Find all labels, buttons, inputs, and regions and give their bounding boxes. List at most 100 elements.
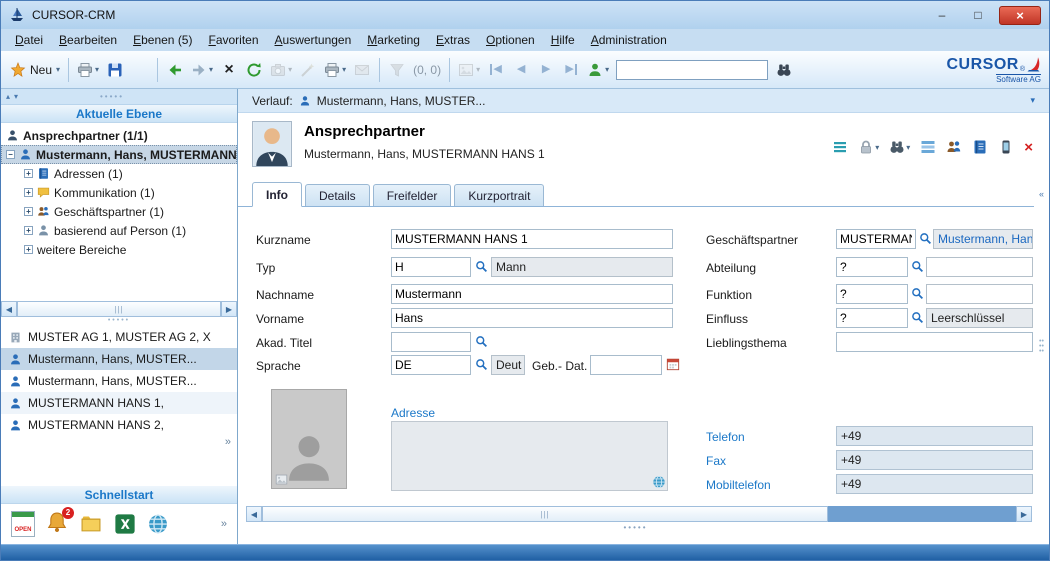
list-item[interactable]: MUSTER AG 1, MUSTER AG 2, X [1, 326, 237, 348]
open-calendar-button[interactable]: OPEN [11, 511, 35, 537]
save-button[interactable] [103, 57, 127, 83]
sprache-input[interactable] [391, 355, 471, 375]
tab-info[interactable]: Info [252, 182, 302, 207]
scroll-thumb[interactable]: ||| [17, 301, 221, 317]
menu-bearbeiten[interactable]: Bearbeiten [51, 31, 125, 49]
calendar-icon[interactable] [666, 357, 680, 371]
forward-button[interactable]: ▾ [188, 57, 216, 83]
sidebar-drag-handle[interactable]: ••••• [20, 92, 204, 101]
nachname-input[interactable] [391, 284, 673, 304]
new-dropdown-icon[interactable]: ▾ [56, 65, 60, 74]
main-splitter-handle[interactable]: ••••• [238, 523, 1033, 532]
sidebar-collapse-down-icon[interactable]: ▾ [12, 92, 20, 101]
record-search-button[interactable]: ▾ [889, 139, 910, 155]
delete-button[interactable] [128, 57, 152, 83]
geschaeftspartner-lookup-icon[interactable] [919, 232, 932, 245]
lieblingsthema-input[interactable] [836, 332, 1033, 352]
excel-button[interactable] [114, 513, 136, 535]
refresh-button[interactable] [242, 57, 266, 83]
list-item[interactable]: MUSTERMANN HANS 2, [1, 414, 237, 436]
close-button[interactable]: × [999, 6, 1041, 25]
quickstart-more-button[interactable]: » [221, 518, 227, 530]
collapse-expander-icon[interactable]: − [6, 150, 15, 159]
cancel-button[interactable]: × [217, 57, 241, 83]
abteilung-input[interactable] [836, 257, 908, 277]
forward-dropdown-icon[interactable]: ▾ [209, 65, 213, 74]
nav-last-button[interactable]: ▶ [559, 57, 583, 83]
image-dropdown-icon[interactable]: ▾ [476, 65, 480, 74]
maximize-button[interactable]: □ [963, 6, 993, 25]
dossier-button[interactable] [972, 139, 988, 155]
geschaeftspartner-input[interactable] [836, 229, 916, 249]
einfluss-input[interactable] [836, 308, 908, 328]
contacts-button[interactable] [946, 139, 962, 155]
close-record-button[interactable]: × [1024, 140, 1033, 155]
expand-icon[interactable]: + [24, 207, 33, 216]
geb-dat-input[interactable] [590, 355, 662, 375]
menu-hilfe[interactable]: Hilfe [543, 31, 583, 49]
scroll-thumb[interactable]: ||| [262, 506, 828, 522]
tree-item-weitere-bereiche[interactable]: + weitere Bereiche [19, 240, 237, 259]
funktion-lookup-icon[interactable] [911, 287, 924, 300]
print-list-button[interactable]: ▾ [321, 57, 349, 83]
print-button[interactable]: ▾ [74, 57, 102, 83]
history-entry[interactable]: Mustermann, Hans, MUSTER... [317, 94, 486, 108]
photo-stamp-icon[interactable] [275, 473, 288, 486]
lock-dropdown-icon[interactable]: ▾ [875, 143, 879, 152]
scroll-right-button[interactable]: ▶ [1016, 506, 1032, 522]
nav-next-button[interactable]: ▶ [534, 57, 558, 83]
search-input[interactable] [616, 60, 768, 80]
typ-lookup-icon[interactable] [475, 260, 488, 273]
scroll-left-button[interactable]: ◀ [246, 506, 262, 522]
tree-item-basierend-auf-person[interactable]: + basierend auf Person (1) [19, 221, 237, 240]
abteilung-lookup-icon[interactable] [911, 260, 924, 273]
expand-icon[interactable]: + [24, 169, 33, 178]
wizard-button[interactable] [296, 57, 320, 83]
menu-optionen[interactable]: Optionen [478, 31, 543, 49]
list-more-button[interactable]: » [225, 436, 231, 448]
relations-button[interactable] [920, 139, 936, 155]
person-search-dropdown-icon[interactable]: ▾ [605, 65, 609, 74]
menu-administration[interactable]: Administration [583, 31, 675, 49]
mobiltelefon-field[interactable]: +49 [836, 474, 1033, 494]
vertical-splitter-handle[interactable]: •••••• [1034, 339, 1049, 354]
akad-titel-input[interactable] [391, 332, 471, 352]
web-button[interactable] [147, 513, 169, 535]
overview-button[interactable] [832, 139, 848, 155]
menu-extras[interactable]: Extras [428, 31, 478, 49]
tree-item-geschaeftspartner[interactable]: + Geschäftspartner (1) [19, 202, 237, 221]
list-item[interactable]: MUSTERMANN HANS 1, [1, 392, 237, 414]
snapshot-dropdown-icon[interactable]: ▾ [288, 65, 292, 74]
history-dropdown-icon[interactable]: ▾ [1030, 95, 1035, 106]
menu-auswertungen[interactable]: Auswertungen [267, 31, 360, 49]
tab-details[interactable]: Details [305, 184, 370, 206]
fax-field[interactable]: +49 [836, 450, 1033, 470]
geschaeftspartner-link[interactable]: Mustermann, Han... [933, 229, 1033, 249]
minimize-button[interactable]: – [927, 6, 957, 25]
tree-item-adressen[interactable]: + Adressen (1) [19, 164, 237, 183]
typ-input[interactable] [391, 257, 471, 277]
sidebar-collapse-up-icon[interactable]: ▴ [4, 92, 12, 101]
kurzname-input[interactable] [391, 229, 673, 249]
person-search-button[interactable]: ▾ [584, 57, 612, 83]
tree-item-selected-record[interactable]: − Mustermann, Hans, MUSTERMANN [1, 145, 237, 164]
collapse-right-panel-button[interactable]: « [1034, 189, 1049, 199]
menu-favoriten[interactable]: Favoriten [200, 31, 266, 49]
back-button[interactable] [163, 57, 187, 83]
expand-icon[interactable]: + [24, 226, 33, 235]
akad-titel-lookup-icon[interactable] [475, 335, 488, 348]
find-button[interactable] [772, 57, 796, 83]
tab-kurzportrait[interactable]: Kurzportrait [454, 184, 544, 206]
sprache-lookup-icon[interactable] [475, 358, 488, 371]
list-item[interactable]: Mustermann, Hans, MUSTER... [1, 348, 237, 370]
scroll-left-button[interactable]: ◀ [1, 301, 17, 317]
scroll-track[interactable] [828, 506, 1016, 522]
snapshot-button[interactable]: ▾ [267, 57, 295, 83]
tab-freifelder[interactable]: Freifelder [373, 184, 452, 206]
tree-root-ansprechpartner[interactable]: Ansprechpartner (1/1) [1, 126, 237, 145]
image-button[interactable]: ▾ [455, 57, 483, 83]
print-list-dropdown-icon[interactable]: ▾ [342, 65, 346, 74]
notifications-button[interactable]: 2 [46, 511, 68, 538]
print-dropdown-icon[interactable]: ▾ [95, 65, 99, 74]
funktion-input[interactable] [836, 284, 908, 304]
